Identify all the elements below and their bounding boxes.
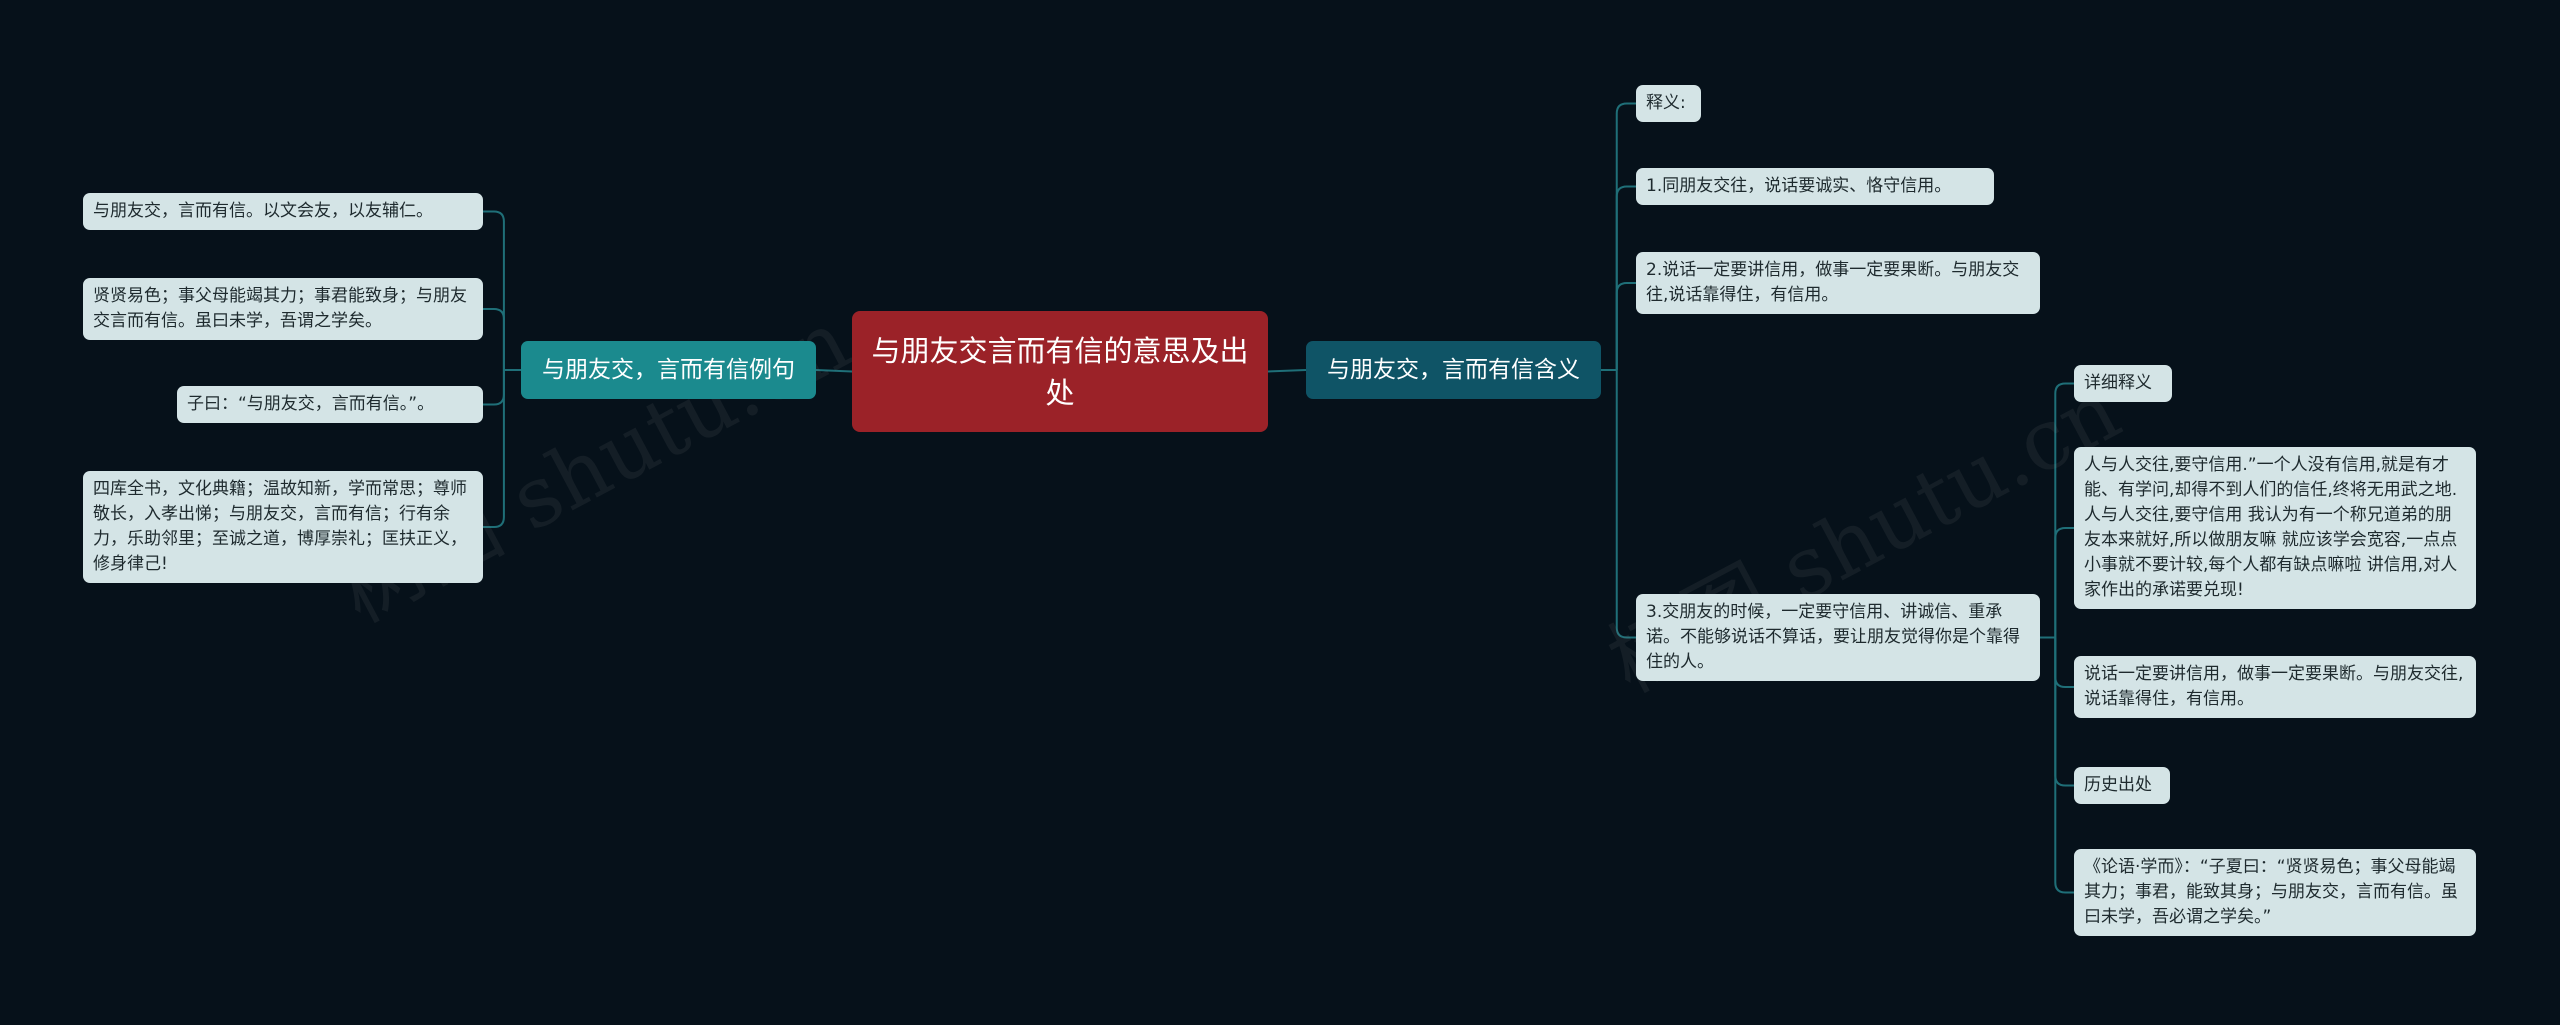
right-leaf-1[interactable]: 释义: xyxy=(1636,85,1701,122)
left-leaf-3[interactable]: 子曰：“与朋友交，言而有信。”。 xyxy=(177,386,483,423)
right-leaf-2[interactable]: 1.同朋友交往，说话要诚实、恪守信用。 xyxy=(1636,168,1994,205)
sub-leaf-meaning-text[interactable]: 说话一定要讲信用，做事一定要果断。与朋友交往,说话靠得住，有信用。 xyxy=(2074,656,2476,718)
link-sub-branch-3 xyxy=(2054,637,2074,787)
left-leaf-2[interactable]: 贤贤易色；事父母能竭其力；事君能致身；与朋友交言而有信。虽曰未学，吾谓之学矣。 xyxy=(83,278,483,340)
branch-right-topic[interactable]: 与朋友交，言而有信含义 xyxy=(1306,341,1601,399)
link-right-branch-0 xyxy=(1615,102,1636,370)
link-left-branch-3 xyxy=(483,370,505,528)
sub-leaf-detail-text[interactable]: 人与人交往,要守信用.”一个人没有信用,就是有才能、有学问,却得不到人们的信任,… xyxy=(2074,447,2476,609)
link-root-left xyxy=(815,369,853,373)
left-leaf-4[interactable]: 四库全书，文化典籍；温故知新，学而常思；尊师敬长，入孝出悌；与朋友交，言而有信；… xyxy=(83,471,483,583)
sub-leaf-history-heading[interactable]: 历史出处 xyxy=(2074,767,2170,804)
left-leaf-1[interactable]: 与朋友交，言而有信。以文会友，以友辅仁。 xyxy=(83,193,483,230)
link-sub-branch-1 xyxy=(2054,527,2074,638)
right-leaf-4[interactable]: 3.交朋友的时候，一定要守信用、讲诚信、重承诺。不能够说话不算话，要让朋友觉得你… xyxy=(1636,594,2040,681)
link-right-branch-3 xyxy=(1615,370,1636,639)
link-sub-branch-0 xyxy=(2054,382,2074,638)
sub-leaf-history-text[interactable]: 《论语·学而》：“子夏曰：“贤贤易色；事父母能竭其力；事君，能致其身；与朋友交，… xyxy=(2074,849,2476,936)
link-sub-branch-2 xyxy=(2054,637,2074,688)
right-leaf-3[interactable]: 2.说话一定要讲信用，做事一定要果断。与朋友交往,说话靠得住，有信用。 xyxy=(1636,252,2040,314)
link-right-branch-1 xyxy=(1615,185,1636,370)
link-right-branch-2 xyxy=(1615,282,1636,370)
mindmap-canvas: 树图 shutu.cn 树图 shutu.cn 与朋友交言而有信的意思及出处 与… xyxy=(0,0,2560,1025)
branch-left-topic[interactable]: 与朋友交，言而有信例句 xyxy=(521,341,816,399)
link-left-branch-1 xyxy=(483,308,505,370)
root-topic[interactable]: 与朋友交言而有信的意思及出处 xyxy=(852,311,1268,432)
link-left-branch-2 xyxy=(483,370,505,406)
link-sub-branch-4 xyxy=(2054,637,2074,894)
link-root-right xyxy=(1267,369,1307,373)
link-left-branch-0 xyxy=(483,210,505,370)
sub-leaf-detail-heading[interactable]: 详细释义 xyxy=(2074,365,2172,402)
